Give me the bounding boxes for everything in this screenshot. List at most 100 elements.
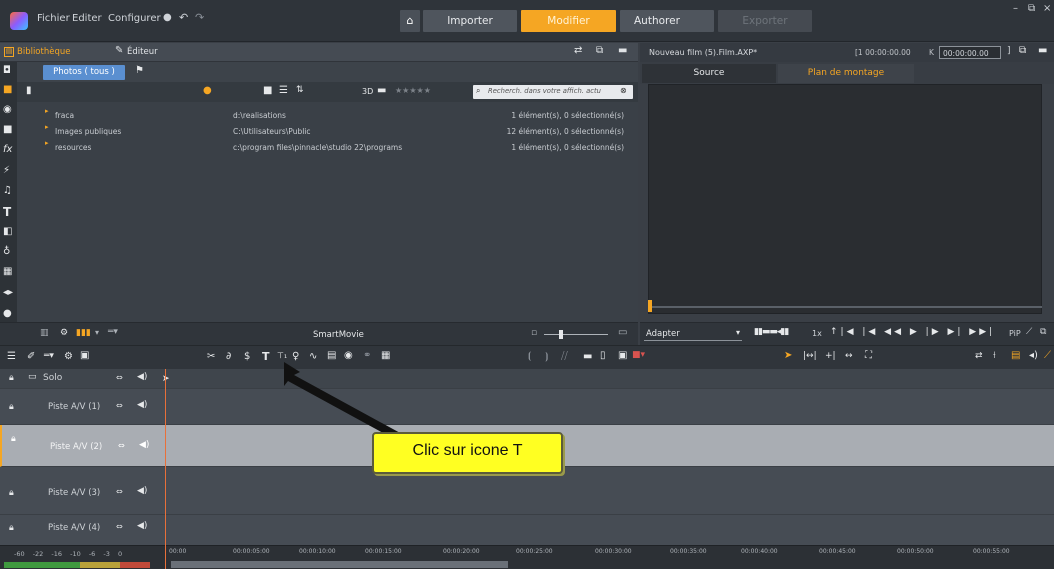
expand-icon[interactable]: ▸ — [45, 140, 49, 147]
motion-tracking-icon[interactable]: ⟊ — [993, 351, 996, 361]
transition-icon[interactable]: ⚡ — [3, 166, 10, 176]
track-av-4[interactable]: 🔒︎ Piste A/V (4) ⇔ ◀) — [0, 515, 1054, 545]
sound-fx-icon[interactable]: ♁ — [3, 247, 10, 257]
marker-tool-icon[interactable]: ▤ — [1011, 351, 1020, 361]
minimize-icon[interactable]: – — [1013, 4, 1018, 14]
track-av-1[interactable]: 🔒︎ Piste A/V (1) ⇔ ◀) — [0, 389, 1054, 425]
text-format-icon[interactable]: ⊤₁ — [277, 352, 287, 360]
razor-icon[interactable]: ▬ — [583, 352, 592, 362]
track-av-3[interactable]: 🔒︎ Piste A/V (3) ⇔ ◀) — [0, 467, 1054, 515]
ripple-icon[interactable]: ↔ — [845, 352, 853, 361]
fit-width-icon[interactable]: |↔| — [803, 352, 817, 361]
3d-glasses-icon[interactable]: ▬ — [377, 86, 386, 96]
mute-icon[interactable]: ◀) — [137, 522, 147, 531]
split-icon[interactable]: ⧸⧸ — [561, 352, 568, 362]
pin-icon[interactable]: ⚑ — [135, 66, 144, 76]
motion-icon[interactable]: $ — [244, 352, 250, 362]
dropdown-icon[interactable]: ▾ — [95, 329, 99, 337]
storyboard-toggle-icon[interactable]: ▣ — [80, 351, 89, 361]
record-marker-icon[interactable]: ■▾ — [632, 351, 645, 360]
music-icon[interactable]: ♫ — [3, 186, 12, 196]
cut-scissors-icon[interactable]: ✂ — [207, 352, 215, 362]
rating-stars-icon[interactable]: ★★★★★ — [395, 87, 431, 95]
lock-icon[interactable]: 🔒︎ — [9, 524, 14, 533]
zoom-slider[interactable] — [544, 334, 608, 335]
view-icon[interactable]: ⇔ — [116, 402, 123, 410]
photos-folder-icon[interactable]: ■ — [3, 85, 12, 95]
collapse-icon[interactable]: ▥ — [40, 329, 49, 338]
paint-icon[interactable]: ∂ — [226, 352, 231, 362]
montage-icon[interactable]: ◧ — [3, 227, 12, 237]
zoom-slider-handle[interactable] — [559, 330, 563, 339]
list-item[interactable]: ▸ fraca d:\realisations 1 élément(s), 0 … — [17, 108, 638, 124]
pip-button[interactable]: PiP — [1009, 329, 1021, 338]
view-icon[interactable]: ⇔ — [118, 442, 125, 450]
tab-editeur[interactable]: Éditeur — [127, 47, 158, 57]
arrows-icon[interactable]: ⇄ — [975, 352, 983, 361]
tab-plan-de-montage[interactable]: Plan de montage — [778, 64, 914, 83]
menu-configurer[interactable]: Configurer — [108, 13, 161, 24]
menu-fichier[interactable]: Fichier — [37, 13, 70, 24]
fullscreen-icon[interactable]: ⧉ — [1019, 46, 1026, 56]
undo-icon[interactable]: ↶ — [179, 12, 188, 23]
mute-icon[interactable]: ◀) — [137, 487, 147, 496]
track-options-icon[interactable]: ═▾ — [44, 352, 54, 361]
home-button[interactable]: ⌂ — [400, 10, 420, 32]
marker-left-icon[interactable]: ⦗ — [528, 352, 531, 362]
zoom-in-track-icon[interactable]: +| — [825, 352, 836, 361]
list-item[interactable]: ▸ resources c:\program files\pinnacle\st… — [17, 140, 638, 156]
restore-icon[interactable]: ⧉ — [1028, 4, 1035, 14]
pointer-arrow-icon[interactable]: ➤ — [784, 351, 792, 361]
timeline-scrollbar[interactable] — [171, 561, 508, 568]
sort-icon[interactable]: ⇅ — [296, 86, 304, 95]
solo-monitor-icon[interactable]: ▭ — [28, 373, 37, 382]
view-icon[interactable]: ⇔ — [116, 488, 123, 496]
menu-template-icon[interactable]: ▦ — [3, 267, 12, 277]
expand-icon[interactable]: ▸ — [45, 108, 49, 115]
mute-icon[interactable]: ◀) — [137, 401, 147, 410]
3d-label[interactable]: 3D — [362, 87, 373, 96]
clear-search-icon[interactable]: ⊗ — [620, 87, 627, 95]
project-icon[interactable]: ◘ — [3, 66, 11, 76]
tools-icon[interactable]: ⚙ — [60, 329, 68, 338]
gear-icon[interactable]: ⚙ — [64, 352, 73, 362]
edit-icon[interactable]: ✐ — [27, 352, 35, 362]
track-solo[interactable]: 🔒︎ ▭ Solo ⇔ ◀) ➤ — [0, 369, 1054, 389]
close-icon[interactable]: × — [1043, 4, 1051, 14]
trash-icon[interactable]: ▯ — [600, 351, 606, 361]
film-icon[interactable]: ▬ — [618, 46, 627, 56]
timeline-ruler[interactable]: -60 -22 -16 -10 -6 -3 0 00:00 00:00:05:0… — [0, 545, 1054, 569]
title-icon[interactable]: T — [3, 206, 11, 218]
authorer-button[interactable]: Authorer — [620, 10, 714, 32]
web-icon[interactable]: ● — [3, 309, 12, 319]
image-icon[interactable]: ▣ — [618, 351, 627, 361]
expand-icon[interactable]: ▸ — [45, 124, 49, 131]
view-options-icon[interactable]: ═▾ — [108, 328, 118, 337]
timeline-menu-icon[interactable]: ☰ — [7, 352, 16, 362]
smartmovie-button[interactable]: SmartMovie — [313, 330, 364, 340]
storyboard-icon[interactable]: ▮▮▮ — [76, 329, 91, 338]
export-frame-icon[interactable]: ⧉ — [1040, 328, 1046, 337]
playhead-line[interactable] — [165, 369, 166, 569]
tab-photos-tous[interactable]: Photos ( tous ) — [43, 65, 125, 80]
lock-icon[interactable]: 🔒︎ — [9, 489, 14, 498]
exporter-button[interactable]: Exporter — [718, 10, 812, 32]
razor-mode-icon[interactable]: ⟋ — [1044, 351, 1051, 361]
effects-icon[interactable]: fx — [3, 145, 12, 155]
tab-bibliotheque[interactable]: Bibliothèque — [17, 47, 70, 57]
search-field[interactable]: ⌕ Recherch. dans votre affich. actu ⊗ — [473, 85, 633, 99]
view-icon[interactable]: ⇔ — [116, 374, 123, 382]
crop-icon[interactable]: ⟋ — [1026, 328, 1032, 337]
fit-select[interactable]: Adapter ▾ — [644, 327, 742, 341]
add-collection-icon[interactable]: ▮ — [26, 86, 32, 96]
link-icon[interactable]: ⇄ — [574, 46, 582, 56]
tab-source[interactable]: Source — [642, 64, 776, 83]
menu-editer[interactable]: Editer — [72, 13, 102, 24]
lock-icon[interactable]: 🔒︎ — [9, 403, 14, 412]
list-view-icon[interactable]: ☰ — [279, 86, 288, 96]
mute-icon[interactable]: ◀) — [139, 441, 149, 450]
folder-icon[interactable]: ■ — [3, 125, 12, 135]
tag-icon[interactable]: ● — [203, 86, 212, 96]
view-icon[interactable]: ⇔ — [116, 523, 123, 531]
film-strip-icon[interactable]: ▬ — [1038, 46, 1047, 56]
